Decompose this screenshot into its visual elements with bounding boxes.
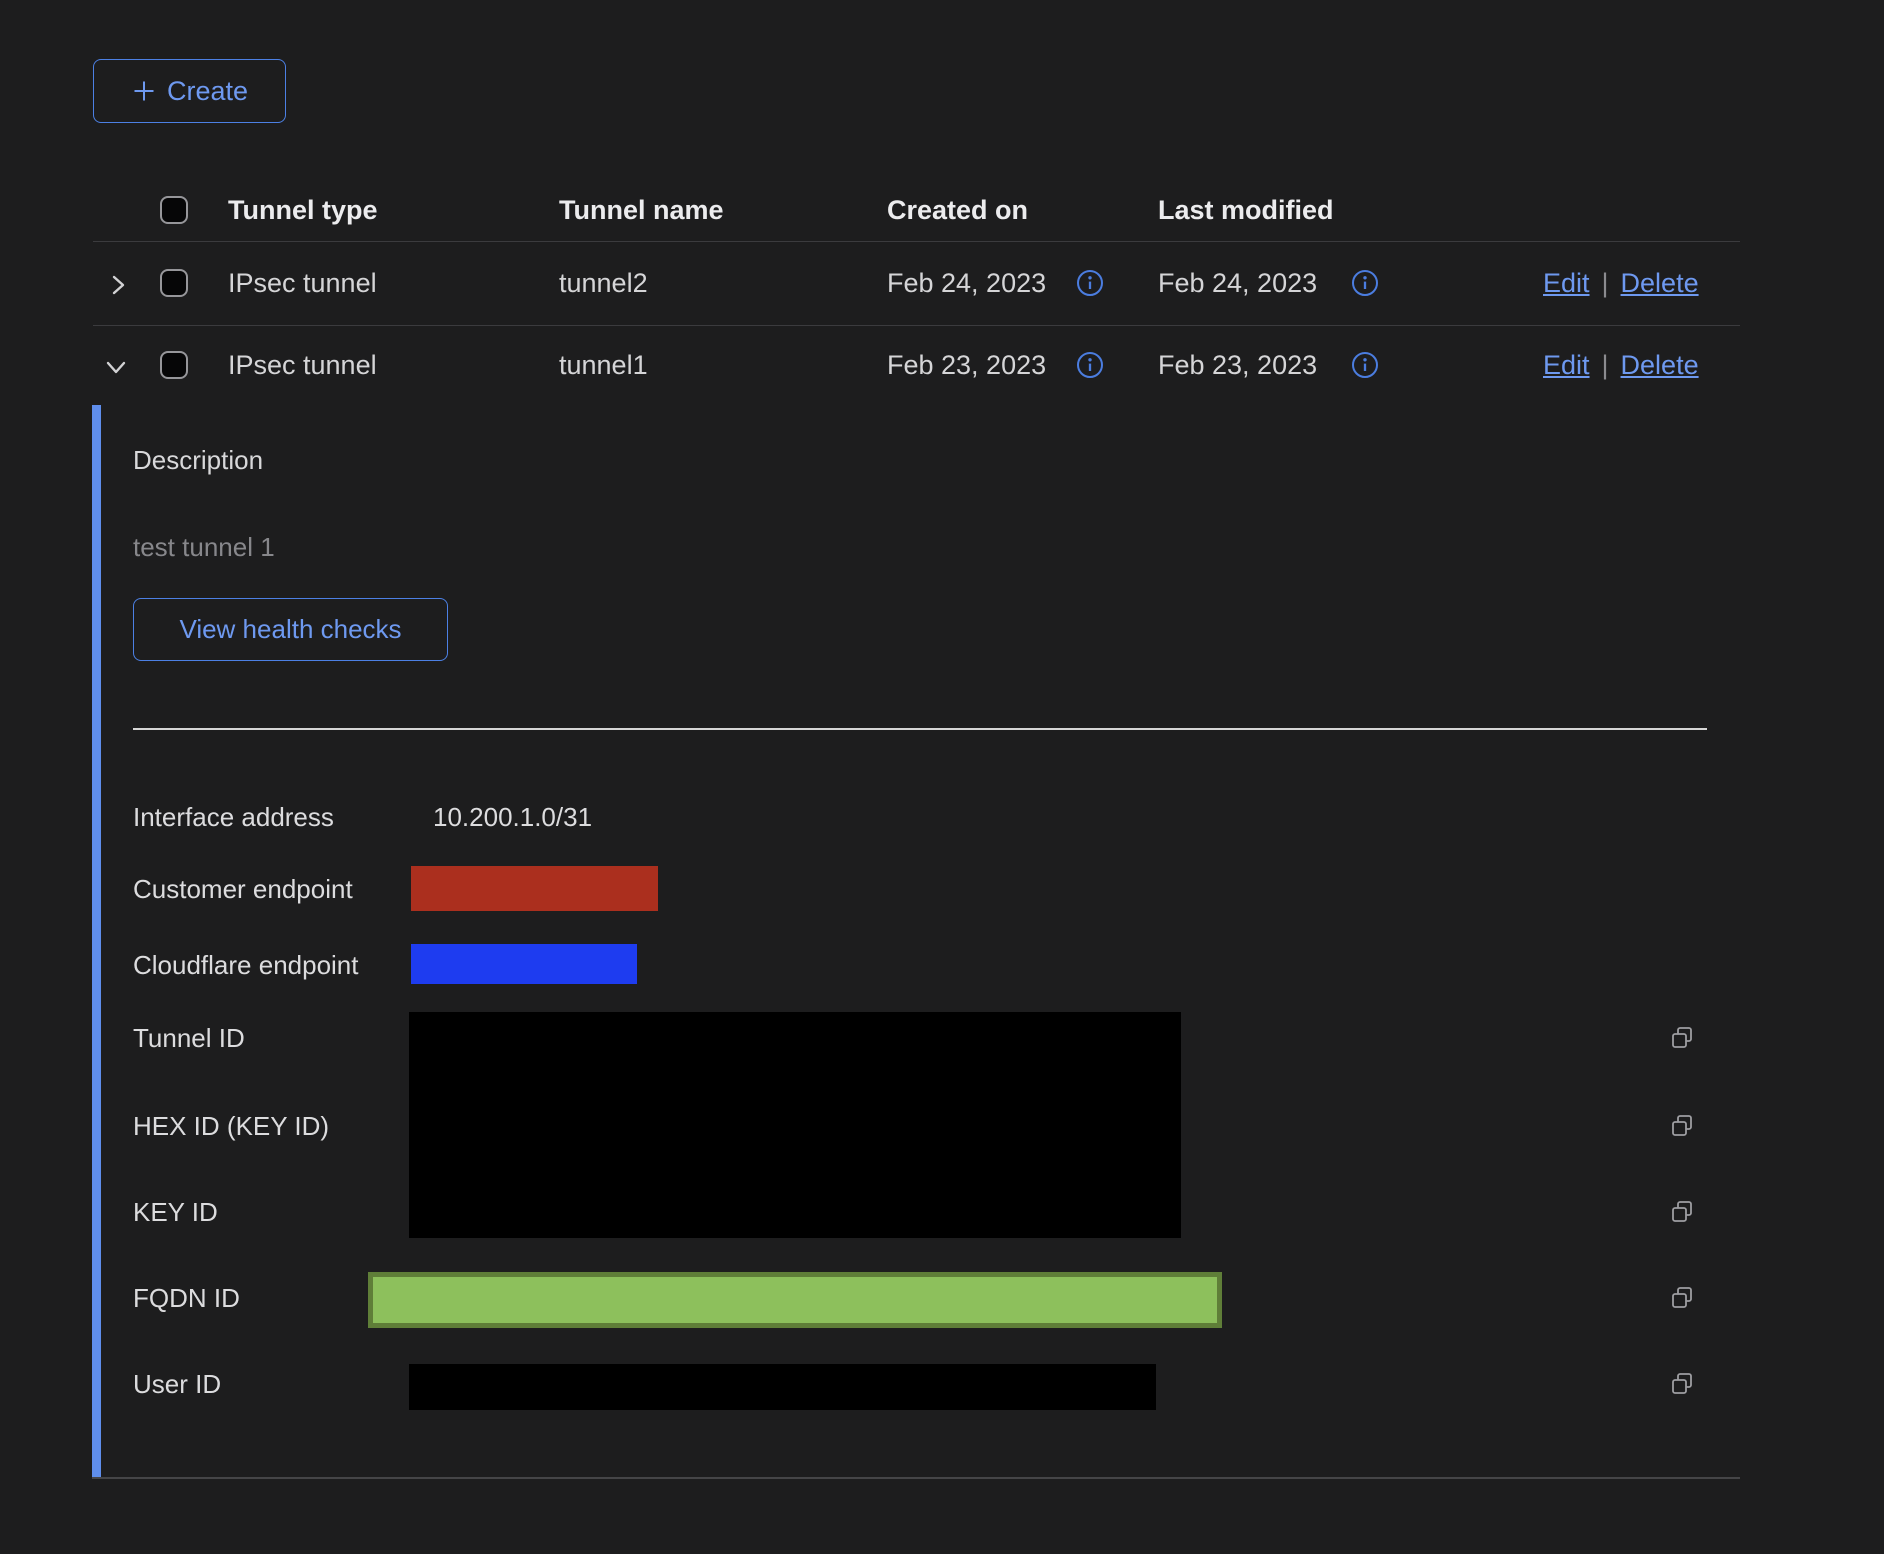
expanded-row-accent-bar (92, 405, 101, 1477)
action-separator: | (1602, 349, 1609, 381)
plus-icon (131, 78, 157, 104)
cloudflare-endpoint-redacted-value (411, 944, 637, 984)
info-icon[interactable] (1076, 351, 1104, 379)
tunnel-id-label: Tunnel ID (133, 1022, 245, 1054)
action-separator: | (1602, 267, 1609, 299)
column-header-tunnel-type: Tunnel type (228, 194, 378, 226)
panel-bottom-divider (92, 1477, 1740, 1479)
delete-link[interactable]: Delete (1621, 267, 1699, 299)
chevron-down-icon[interactable] (103, 353, 131, 381)
info-icon[interactable] (1351, 269, 1379, 297)
fqdn-id-redacted-value (368, 1272, 1222, 1328)
tunnel-type-cell: IPsec tunnel (228, 267, 377, 299)
copy-icon[interactable] (1668, 1112, 1696, 1140)
tunnel-name-cell: tunnel1 (559, 349, 648, 381)
select-all-checkbox[interactable] (160, 196, 188, 224)
info-icon[interactable] (1076, 269, 1104, 297)
column-header-last-modified: Last modified (1158, 194, 1334, 226)
row-checkbox[interactable] (160, 351, 188, 379)
copy-icon[interactable] (1668, 1284, 1696, 1312)
view-health-checks-button[interactable]: View health checks (133, 598, 448, 661)
customer-endpoint-redacted-value (411, 866, 658, 911)
chevron-right-icon[interactable] (105, 271, 133, 299)
last-modified-cell: Feb 24, 2023 (1158, 267, 1317, 299)
last-modified-cell: Feb 23, 2023 (1158, 349, 1317, 381)
ids-redacted-value (409, 1012, 1181, 1238)
view-health-checks-label: View health checks (179, 614, 401, 645)
customer-endpoint-label: Customer endpoint (133, 873, 353, 905)
column-header-created-on: Created on (887, 194, 1028, 226)
edit-link[interactable]: Edit (1543, 267, 1590, 299)
interface-address-label: Interface address (133, 801, 334, 833)
row-checkbox[interactable] (160, 269, 188, 297)
user-id-redacted-value (409, 1364, 1156, 1410)
create-button[interactable]: Create (93, 59, 286, 123)
copy-icon[interactable] (1668, 1370, 1696, 1398)
created-on-cell: Feb 24, 2023 (887, 267, 1046, 299)
section-divider (133, 728, 1707, 730)
delete-link[interactable]: Delete (1621, 349, 1699, 381)
key-id-label: KEY ID (133, 1196, 218, 1228)
user-id-label: User ID (133, 1368, 221, 1400)
description-text: test tunnel 1 (133, 531, 275, 563)
tunnel-type-cell: IPsec tunnel (228, 349, 377, 381)
interface-address-value: 10.200.1.0/31 (433, 801, 592, 833)
copy-icon[interactable] (1668, 1024, 1696, 1052)
header-divider (93, 241, 1740, 242)
created-on-cell: Feb 23, 2023 (887, 349, 1046, 381)
create-button-label: Create (167, 76, 248, 107)
description-label: Description (133, 444, 263, 476)
row-divider (93, 325, 1740, 326)
column-header-tunnel-name: Tunnel name (559, 194, 724, 226)
info-icon[interactable] (1351, 351, 1379, 379)
copy-icon[interactable] (1668, 1198, 1696, 1226)
tunnel-name-cell: tunnel2 (559, 267, 648, 299)
edit-link[interactable]: Edit (1543, 349, 1590, 381)
cloudflare-endpoint-label: Cloudflare endpoint (133, 949, 359, 981)
fqdn-id-label: FQDN ID (133, 1282, 240, 1314)
hex-id-label: HEX ID (KEY ID) (133, 1110, 329, 1142)
ipsec-tunnels-page: Create Tunnel type Tunnel name Created o… (0, 0, 1884, 1554)
